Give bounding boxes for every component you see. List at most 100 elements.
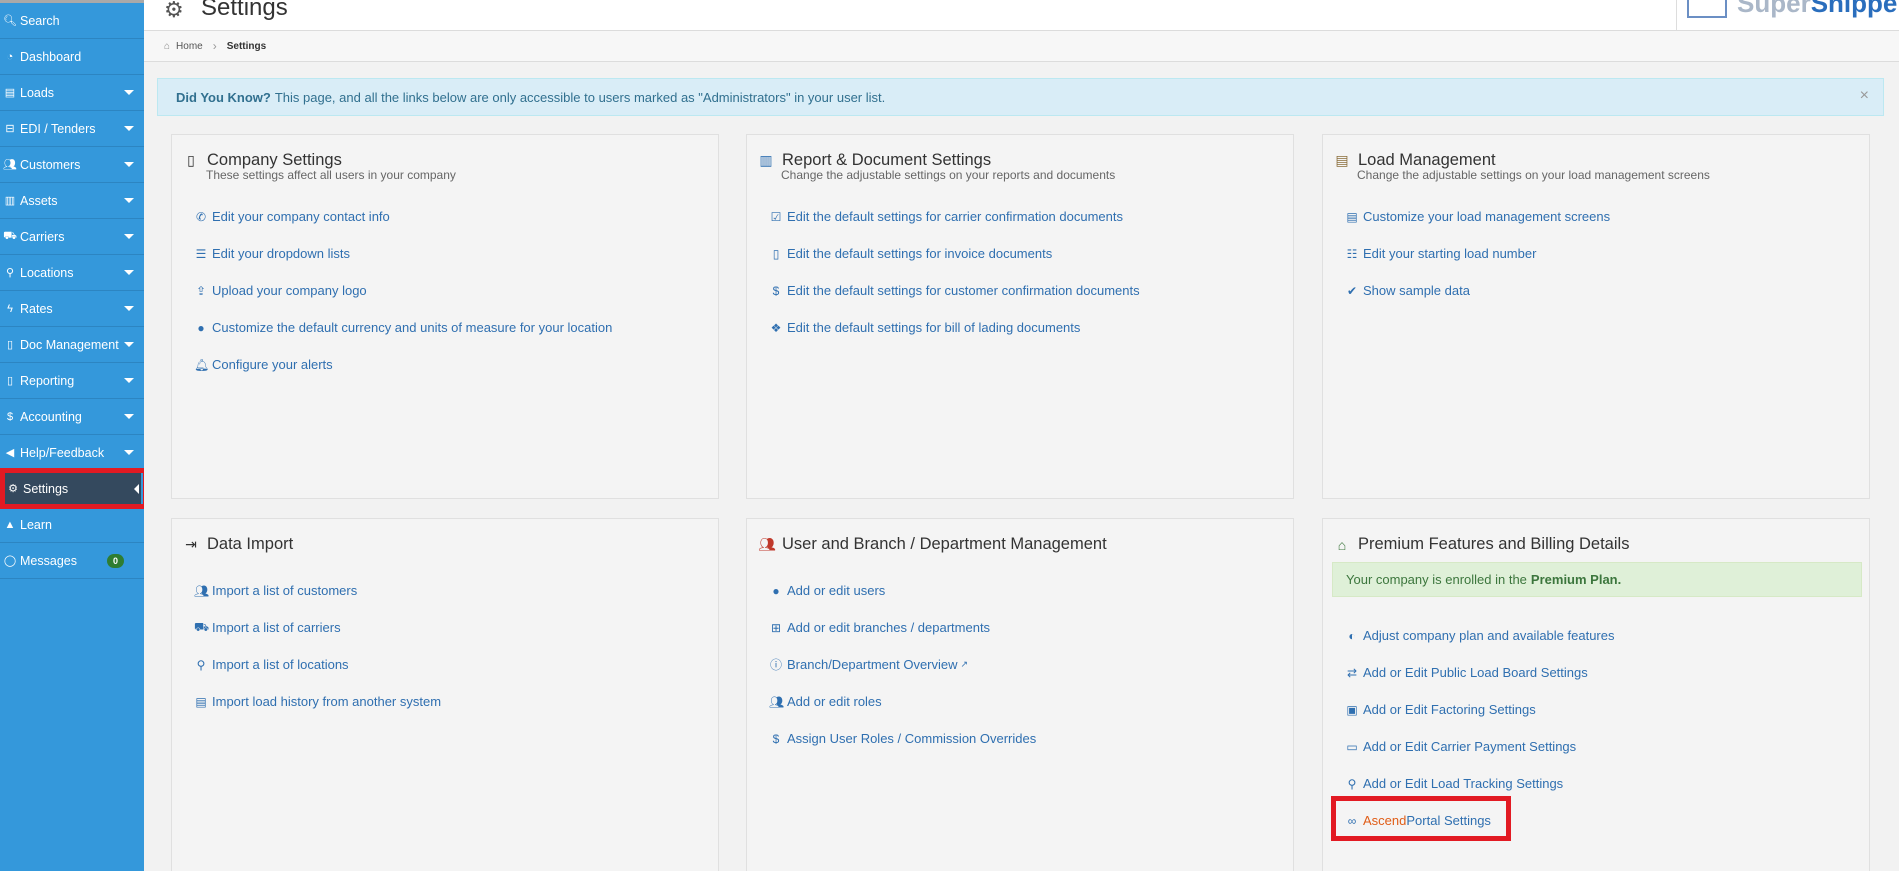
bill-of-lading-settings-link[interactable]: ❖ Edit the default settings for bill of l…	[769, 309, 1140, 346]
check-circle-icon: ✔	[1346, 283, 1358, 298]
sidebar-item-edi-tenders[interactable]: ⊟ EDI / Tenders	[0, 111, 144, 147]
table-icon: ▤	[1346, 209, 1358, 224]
load-tracking-settings-link[interactable]: ⚲ Add or Edit Load Tracking Settings	[1345, 765, 1615, 802]
globe-icon: ●	[197, 320, 205, 335]
branch-department-overview-link[interactable]: ⓘ Branch/Department Overview ↗	[769, 646, 1036, 683]
factoring-settings-link[interactable]: ▣ Add or Edit Factoring Settings	[1345, 691, 1615, 728]
customer-confirmation-settings-link[interactable]: $ Edit the default settings for customer …	[769, 272, 1140, 309]
report-document-settings-panel: ▥ Report & Document Settings Change the a…	[746, 134, 1294, 499]
sidebar-item-carriers[interactable]: ⛟ Carriers	[0, 219, 144, 255]
customize-currency-units-link[interactable]: ● Customize the default currency and unit…	[194, 309, 612, 346]
sidebar-item-reporting[interactable]: ▯ Reporting	[0, 363, 144, 399]
close-icon[interactable]: ×	[1860, 87, 1869, 105]
panel-subtitle: Change the adjustable settings on your l…	[1357, 168, 1710, 182]
barcode-icon: ▥	[4, 195, 16, 207]
search-icon: 🔍︎	[3, 15, 17, 27]
sidebar-item-locations[interactable]: ⚲ Locations	[0, 255, 144, 291]
list-alt-icon: ▤	[1335, 152, 1349, 168]
import-carriers-link[interactable]: ⛟ Import a list of carriers	[194, 609, 441, 646]
show-sample-data-link[interactable]: ✔ Show sample data	[1345, 272, 1610, 309]
sidebar-item-label: Learn	[20, 517, 52, 532]
panel-subtitle: Change the adjustable settings on your r…	[781, 168, 1116, 182]
user-branch-management-panel: 👥︎ User and Branch / Department Managemen…	[746, 518, 1294, 871]
money-icon: ▣	[1346, 702, 1358, 717]
chevron-down-icon	[124, 342, 134, 347]
page-title: Settings	[201, 0, 288, 21]
sidebar-item-label: EDI / Tenders	[20, 121, 96, 136]
bolt-icon: ϟ	[7, 302, 13, 315]
upload-icon: ⇪	[195, 283, 207, 298]
sidebar-item-accounting[interactable]: $ Accounting	[0, 399, 144, 435]
import-customers-link[interactable]: 👥︎ Import a list of customers	[194, 572, 441, 609]
dollar-icon: $	[6, 410, 14, 423]
building-icon: ▯	[187, 152, 195, 168]
edit-company-contact-link[interactable]: ✆ Edit your company contact info	[194, 198, 612, 235]
add-edit-branches-link[interactable]: ⊞ Add or edit branches / departments	[769, 609, 1036, 646]
sidebar: 🔍︎ Search ◔ Dashboard ▤ Loads ⊟ EDI / Tender…	[0, 0, 144, 871]
chevron-down-icon	[124, 414, 134, 419]
edit-starting-load-number-link[interactable]: ☷ Edit your starting load number	[1345, 235, 1610, 272]
public-load-board-settings-link[interactable]: ⇄ Add or Edit Public Load Board Settings	[1345, 654, 1615, 691]
sidebar-item-rates[interactable]: ϟ Rates	[0, 291, 144, 327]
customize-load-screens-link[interactable]: ▤ Customize your load management screens	[1345, 198, 1610, 235]
alert-text: This page, and all the links below are o…	[274, 89, 886, 105]
messages-count-badge: 0	[107, 554, 125, 568]
external-link-icon: ↗	[960, 659, 969, 669]
ascendportal-settings-link[interactable]: ∞ Ascend Portal Settings	[1345, 802, 1615, 839]
chevron-down-icon	[124, 306, 134, 311]
company-logo: SuperShipper	[1676, 0, 1899, 30]
chevron-down-icon	[124, 234, 134, 239]
carrier-confirmation-settings-link[interactable]: ☑ Edit the default settings for carrier c…	[769, 198, 1140, 235]
sidebar-item-label: Settings	[23, 481, 69, 496]
list-icon: ▤	[4, 87, 16, 99]
add-edit-roles-link[interactable]: 👥︎ Add or edit roles	[769, 683, 1036, 720]
sidebar-item-search[interactable]: 🔍︎ Search	[0, 3, 144, 39]
add-edit-users-link[interactable]: ● Add or edit users	[769, 572, 1036, 609]
plan-status-alert: Your company is enrolled in the Premium …	[1332, 562, 1862, 597]
upload-company-logo-link[interactable]: ⇪ Upload your company logo	[194, 272, 612, 309]
sidebar-item-messages[interactable]: ◯ Messages 0	[0, 543, 144, 579]
list-icon: ☰	[195, 246, 207, 261]
title-bar: ⚙ Settings SuperShipper	[144, 0, 1899, 30]
sidebar-item-help-feedback[interactable]: ◀ Help/Feedback	[0, 435, 144, 471]
chevron-down-icon	[124, 270, 134, 275]
sidebar-item-learn[interactable]: ▲ Learn	[0, 507, 144, 543]
sidebar-item-settings[interactable]: ⚙ Settings	[3, 471, 141, 507]
users-icon: 👥︎	[758, 536, 776, 552]
sidebar-item-label: Carriers	[20, 229, 65, 244]
import-locations-link[interactable]: ⚲ Import a list of locations	[194, 646, 441, 683]
sidebar-item-assets[interactable]: ▥ Assets	[0, 183, 144, 219]
bar-chart-icon: ▥	[759, 152, 773, 168]
sidebar-item-loads[interactable]: ▤ Loads	[0, 75, 144, 111]
chevron-down-icon	[124, 126, 134, 131]
carrier-payment-settings-link[interactable]: ▭ Add or Edit Carrier Payment Settings	[1345, 728, 1615, 765]
adjust-company-plan-link[interactable]: ◐ Adjust company plan and available featu…	[1345, 617, 1614, 654]
sidebar-item-label: Rates	[20, 301, 53, 316]
configure-alerts-link[interactable]: 🔔︎ Configure your alerts	[194, 346, 612, 383]
chevron-right-icon: ›	[212, 39, 217, 53]
dollar-icon: $	[772, 731, 780, 746]
breadcrumb-home[interactable]: Home	[176, 41, 203, 52]
users-icon: 👥︎	[769, 694, 785, 709]
chat-icon: ◯	[3, 555, 17, 567]
sidebar-item-doc-management[interactable]: ▯ Doc Management	[0, 327, 144, 363]
sitemap-icon: ⊞	[770, 620, 782, 635]
user-icon: ●	[772, 583, 780, 598]
assign-user-roles-link[interactable]: $ Assign User Roles / Commission Override…	[769, 720, 1037, 757]
users-icon: 👥︎	[3, 159, 17, 171]
sidebar-item-dashboard[interactable]: ◔ Dashboard	[0, 39, 144, 75]
chevron-down-icon	[124, 378, 134, 383]
list-alt-icon: ▤	[195, 694, 207, 709]
chevron-left-icon	[134, 484, 139, 494]
sidebar-item-label: Messages	[20, 553, 77, 568]
phone-icon: ✆	[195, 209, 207, 224]
import-load-history-link[interactable]: ▤ Import load history from another system	[194, 683, 441, 720]
sidebar-item-customers[interactable]: 👥︎ Customers	[0, 147, 144, 183]
bell-icon: 🔔︎	[194, 357, 210, 372]
map-marker-icon: ⚲	[196, 657, 206, 672]
invoice-settings-link[interactable]: ▯ Edit the default settings for invoice d…	[769, 235, 1140, 272]
panel-title: Data Import	[207, 535, 294, 553]
map-marker-icon: ⚲	[1347, 776, 1357, 791]
edit-dropdown-lists-link[interactable]: ☰ Edit your dropdown lists	[194, 235, 612, 272]
premium-features-panel: ⌂ Premium Features and Billing Details Yo…	[1322, 518, 1870, 871]
